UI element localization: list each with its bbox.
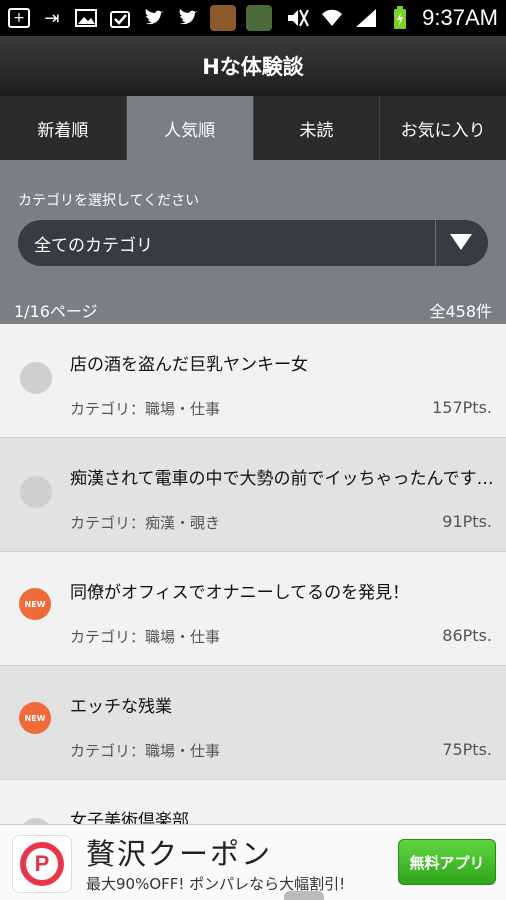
item-title: 同僚がオフィスでオナニーしてるのを発見！ <box>70 583 410 603</box>
read-status-icon <box>20 362 52 394</box>
item-category: カテゴリ：職場・仕事 <box>70 628 221 646</box>
twitter-icon <box>142 7 166 29</box>
category-prompt: カテゴリを選択してください <box>18 193 200 209</box>
item-points: 86Pts. <box>442 626 492 645</box>
sort-tabs: 新着順 人気順 未読 お気に入り <box>0 96 506 160</box>
forward-icon: ⇥ <box>44 7 60 29</box>
tab-label: お気に入り <box>400 120 486 141</box>
item-points: 75Pts. <box>442 740 492 759</box>
item-category: カテゴリ：職場・仕事 <box>70 400 221 418</box>
list-item[interactable]: NEW エッチな残業 カテゴリ：職場・仕事 75Pts. <box>0 666 506 780</box>
check-icon <box>108 7 132 29</box>
story-list: 店の酒を盗んだ巨乳ヤンキー女 カテゴリ：職場・仕事 157Pts. 痴漢されて電… <box>0 324 506 824</box>
item-category: カテゴリ：職場・仕事 <box>70 742 221 760</box>
item-points: 157Pts. <box>432 398 492 417</box>
signal-icon <box>354 7 378 29</box>
item-title: 女子美術倶楽部 <box>70 811 189 824</box>
page-indicator: 1/16ページ <box>14 302 98 321</box>
wifi-icon <box>320 7 344 29</box>
ad-title: 贅沢クーポン <box>86 837 273 871</box>
category-selected: 全てのカテゴリ <box>34 235 153 256</box>
battery-icon <box>388 6 412 29</box>
item-title: 店の酒を盗んだ巨乳ヤンキー女 <box>70 355 308 375</box>
tab-newest[interactable]: 新着順 <box>0 96 127 160</box>
ad-handle <box>284 891 324 900</box>
app-header: Hな体験談 <box>0 36 506 96</box>
tab-popular[interactable]: 人気順 <box>126 96 254 160</box>
list-item[interactable]: 痴漢されて電車の中で大勢の前でイッちゃったんです… カテゴリ：痴漢・覗き 91P… <box>0 438 506 552</box>
item-title: 痴漢されて電車の中で大勢の前でイッちゃったんです… <box>70 469 494 489</box>
status-bar: + ⇥ 9:37AM <box>0 0 506 36</box>
twitter-icon <box>176 7 200 29</box>
tab-label: 新着順 <box>37 120 89 141</box>
item-category: カテゴリ：痴漢・覗き <box>70 514 221 532</box>
tab-favorites[interactable]: お気に入り <box>380 96 506 160</box>
category-dropdown[interactable]: 全てのカテゴリ <box>18 220 488 266</box>
read-status-icon <box>20 476 52 508</box>
new-badge-icon: NEW <box>19 702 51 734</box>
list-item[interactable]: NEW 同僚がオフィスでオナニーしてるのを発見！ カテゴリ：職場・仕事 86Pt… <box>0 552 506 666</box>
tab-label: 人気順 <box>164 120 216 141</box>
ad-logo: P <box>12 835 72 893</box>
ad-install-button[interactable]: 無料アプリ <box>398 839 496 885</box>
total-count: 全458件 <box>429 302 492 321</box>
notification-icons: + ⇥ <box>8 5 272 31</box>
clock: 9:37AM <box>422 5 498 30</box>
chevron-down-icon <box>450 234 472 250</box>
list-item[interactable]: 店の酒を盗んだ巨乳ヤンキー女 カテゴリ：職場・仕事 157Pts. <box>0 324 506 438</box>
coupon-logo-icon: P <box>20 842 64 886</box>
add-icon: + <box>8 8 30 28</box>
list-item[interactable]: 女子美術倶楽部 <box>0 780 506 824</box>
new-badge-icon: NEW <box>19 588 51 620</box>
mute-icon <box>286 7 310 29</box>
category-panel: カテゴリを選択してください 全てのカテゴリ 1/16ページ 全458件 <box>0 160 506 324</box>
dropdown-divider <box>435 220 436 266</box>
tab-unread[interactable]: 未読 <box>254 96 381 160</box>
app-icon <box>210 5 236 31</box>
tab-label: 未読 <box>299 120 334 141</box>
item-title: エッチな残業 <box>70 697 172 717</box>
item-points: 91Pts. <box>442 512 492 531</box>
system-icons: 9:37AM <box>286 5 498 31</box>
ad-banner[interactable]: P 贅沢クーポン 最大90%OFF! ポンパレなら大幅割引! 無料アプリ <box>0 824 506 900</box>
app-icon <box>246 5 272 31</box>
page-title: Hな体験談 <box>202 55 304 79</box>
image-icon <box>74 7 98 29</box>
